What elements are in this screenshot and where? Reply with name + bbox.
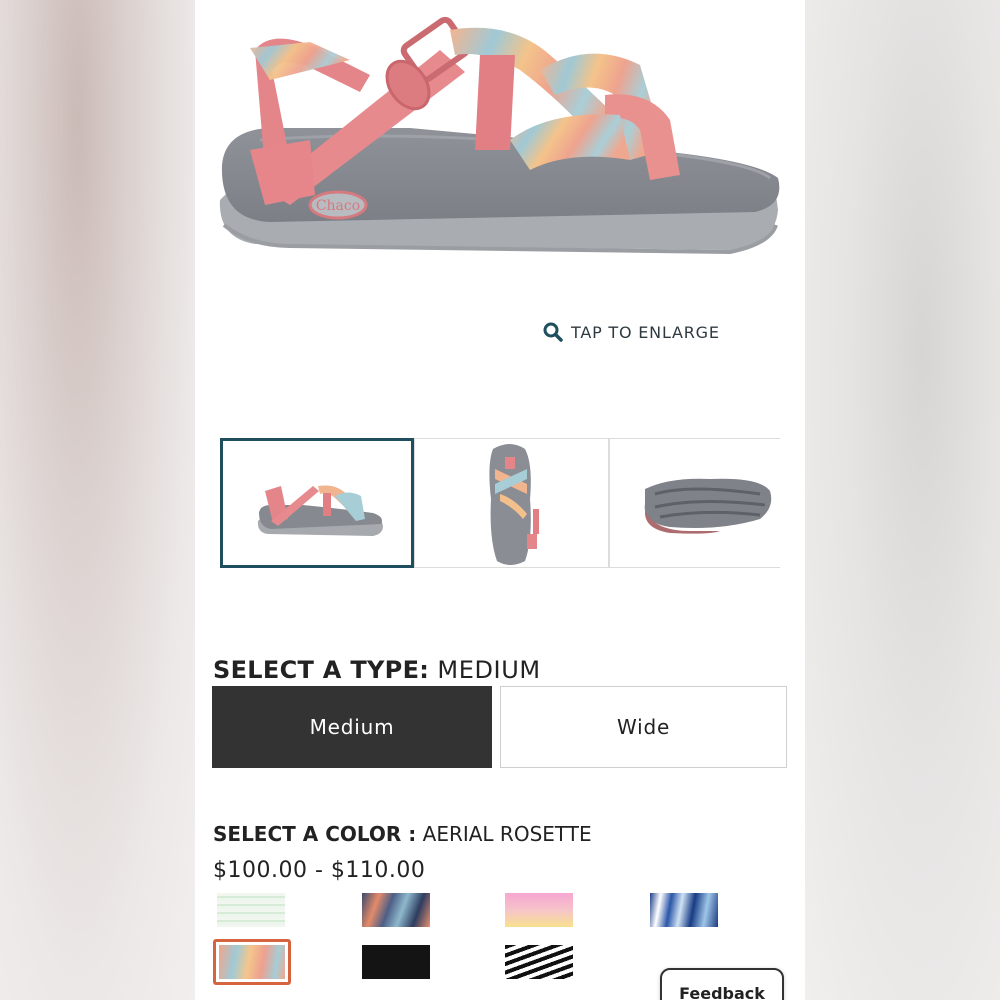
- background-right: [805, 0, 1000, 1000]
- feedback-button[interactable]: Feedback: [660, 968, 784, 1000]
- thumbnail-bottom-view[interactable]: [609, 438, 780, 568]
- thumbnail-top-image: [489, 444, 539, 565]
- type-option-medium[interactable]: Medium: [212, 686, 492, 768]
- color-swatch-pink-yellow[interactable]: [505, 893, 573, 927]
- price-range: $100.00 - $110.00: [213, 858, 426, 883]
- thumbnail-strip: [220, 438, 780, 570]
- color-swatch-navy-coral[interactable]: [362, 893, 430, 927]
- type-option-wide[interactable]: Wide: [500, 686, 787, 768]
- type-heading-label: SELECT A TYPE:: [213, 656, 430, 684]
- search-icon: [543, 322, 563, 342]
- color-heading: SELECT A COLOR : AERIAL ROSETTE: [213, 822, 592, 846]
- product-hero-image[interactable]: Chaco: [210, 0, 785, 270]
- color-swatch-black-white-zigzag[interactable]: [505, 945, 573, 979]
- type-heading: SELECT A TYPE: MEDIUM: [213, 656, 541, 684]
- thumbnail-top-view[interactable]: [414, 438, 609, 568]
- thumbnail-side-image: [257, 485, 383, 536]
- color-swatch-blue-wave[interactable]: [650, 893, 718, 927]
- background-left: [0, 0, 195, 1000]
- brand-logo: Chaco: [316, 198, 360, 214]
- tap-to-enlarge-button[interactable]: TAP TO ENLARGE: [543, 320, 720, 344]
- type-heading-value: MEDIUM: [429, 656, 541, 684]
- color-swatch-black[interactable]: [362, 945, 430, 979]
- color-heading-value: AERIAL ROSETTE: [416, 822, 592, 846]
- color-swatch-aerial-rosette-selected[interactable]: [213, 939, 291, 985]
- color-swatch-mint-stripe[interactable]: [217, 893, 285, 927]
- color-swatch-aerial-rosette: [219, 945, 285, 979]
- color-heading-label: SELECT A COLOR :: [213, 822, 417, 846]
- product-page: Chaco TAP TO ENLARGE SELECT A TYPE: MEDI…: [195, 0, 805, 1000]
- tap-to-enlarge-label: TAP TO ENLARGE: [571, 322, 720, 342]
- thumbnail-side-view[interactable]: [220, 438, 414, 568]
- thumbnail-bottom-image: [644, 478, 772, 534]
